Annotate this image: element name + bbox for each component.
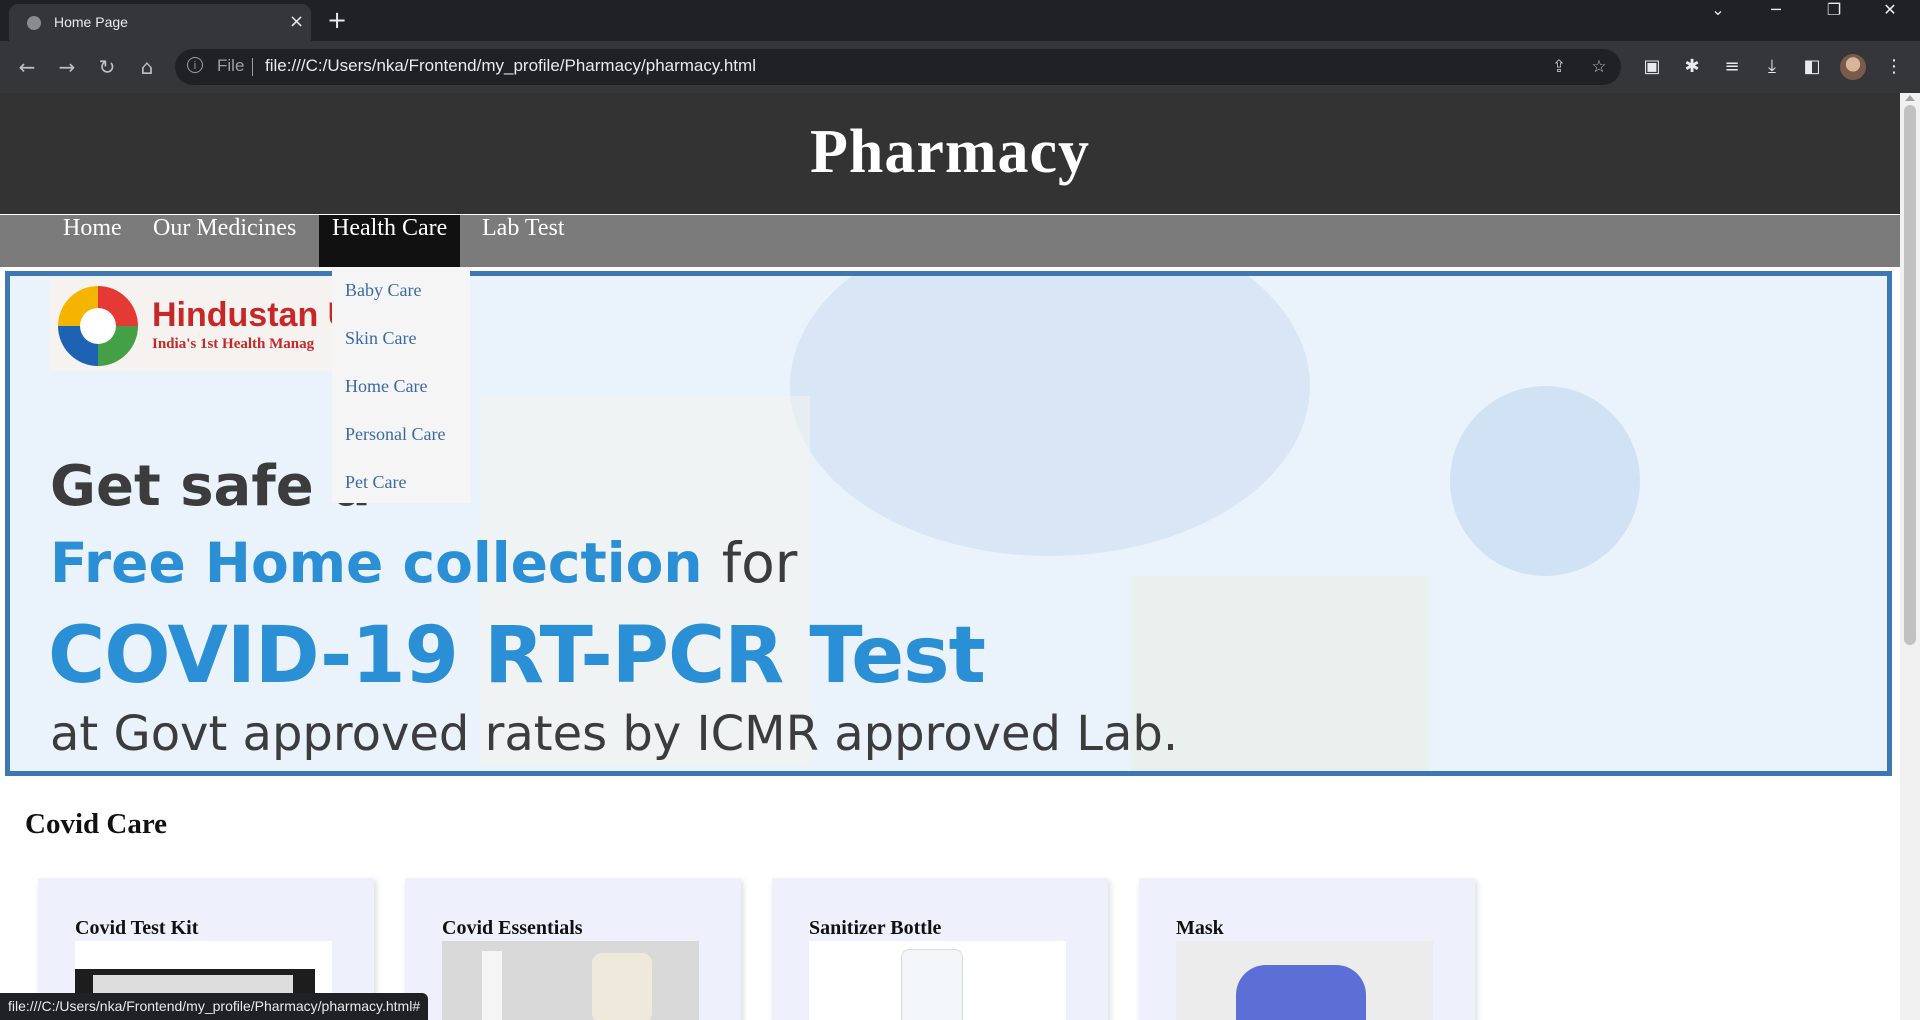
new-tab-button[interactable]: +	[321, 6, 353, 34]
minimize-icon[interactable]: ─	[1748, 0, 1804, 38]
browser-tab[interactable]: Home Page ×	[9, 4, 311, 41]
status-bar-url: file:///C:/Users/nka/Frontend/my_profile…	[0, 993, 429, 1020]
side-panel-icon[interactable]: ◧	[1798, 53, 1826, 81]
dropdown-pet-care[interactable]: Pet Care	[345, 472, 406, 493]
site-title: Pharmacy	[809, 118, 1091, 186]
section-title: Covid Care	[25, 808, 168, 840]
page-viewport: Pharmacy Home Our Medicines Health Care …	[0, 93, 1900, 1020]
banner-line-1: Get safe a	[50, 454, 371, 519]
scroll-up-icon[interactable]	[1905, 95, 1915, 101]
browser-tab-strip: Home Page × + ⌄ ─ ❐ ✕	[0, 0, 1920, 41]
divider	[252, 58, 253, 76]
back-icon[interactable]: ←	[13, 53, 41, 81]
scheme-label: File	[217, 56, 245, 75]
download-icon[interactable]: ⤓	[1758, 53, 1786, 81]
dropdown-personal-care[interactable]: Personal Care	[345, 424, 445, 445]
info-icon[interactable]: i	[187, 57, 203, 73]
banner-for: for	[721, 531, 798, 595]
banner-headline: COVID-19 RT-PCR Test	[48, 611, 986, 701]
extension-screen-icon[interactable]: ▣	[1638, 53, 1666, 81]
health-care-dropdown: Baby Care Skin Care Home Care Personal C…	[332, 267, 470, 503]
virus-illustration	[790, 276, 1310, 556]
product-card[interactable]: Sanitizer Bottle	[772, 878, 1108, 1020]
virus-illustration	[1450, 386, 1640, 576]
main-nav: Home Our Medicines Health Care Lab Test	[0, 215, 1900, 267]
product-image	[1176, 941, 1433, 1020]
product-image	[442, 941, 699, 1020]
banner-highlight: Free Home collection	[50, 531, 703, 595]
scroll-thumb[interactable]	[1904, 105, 1916, 645]
site-header: Pharmacy	[0, 93, 1900, 214]
product-card[interactable]: Mask	[1139, 878, 1475, 1020]
address-bar[interactable]: i File file:///C:/Users/nka/Frontend/my_…	[175, 49, 1621, 85]
tab-search-icon[interactable]: ⌄	[1690, 0, 1746, 38]
share-icon[interactable]: ⇪	[1548, 56, 1570, 78]
banner-line-4: at Govt approved rates by ICMR approved …	[50, 706, 1179, 762]
logo-tagline: India's 1st Health Manag	[152, 336, 315, 352]
tab-close-icon[interactable]: ×	[289, 12, 304, 32]
home-icon[interactable]: ⌂	[133, 53, 161, 81]
extensions-puzzle-icon[interactable]: ✱	[1678, 53, 1706, 81]
product-title: Covid Test Kit	[75, 917, 199, 939]
logo-mark-icon	[58, 286, 138, 366]
product-title: Mask	[1176, 917, 1224, 939]
bookmark-star-icon[interactable]: ☆	[1588, 56, 1610, 78]
product-title: Covid Essentials	[442, 917, 583, 939]
nav-home[interactable]: Home	[50, 215, 135, 267]
reload-icon[interactable]: ↻	[93, 53, 121, 81]
dropdown-baby-care[interactable]: Baby Care	[345, 280, 421, 301]
banner-line-2: Free Home collection for	[50, 531, 797, 595]
dropdown-home-care[interactable]: Home Care	[345, 376, 427, 397]
product-card[interactable]: Covid Essentials	[405, 878, 741, 1020]
forward-icon[interactable]: →	[53, 53, 81, 81]
menu-kebab-icon[interactable]: ⋮	[1880, 53, 1908, 81]
browser-toolbar: ← → ↻ ⌂ i File file:///C:/Users/nka/Fron…	[0, 41, 1920, 93]
dropdown-skin-care[interactable]: Skin Care	[345, 328, 417, 349]
nav-lab-test[interactable]: Lab Test	[469, 215, 578, 267]
restore-icon[interactable]: ❐	[1806, 0, 1862, 38]
logo-name: Hindustan U	[152, 296, 353, 334]
close-window-icon[interactable]: ✕	[1862, 0, 1918, 38]
globe-icon	[27, 16, 41, 30]
nav-health-care[interactable]: Health Care	[319, 215, 461, 267]
profile-avatar[interactable]	[1840, 54, 1866, 80]
product-title: Sanitizer Bottle	[809, 917, 942, 939]
hero-banner: Hindustan U India's 1st Health Manag Get…	[5, 271, 1892, 776]
page-scrollbar[interactable]	[1900, 93, 1920, 1020]
tab-title: Home Page	[54, 14, 128, 30]
nav-our-medicines[interactable]: Our Medicines	[140, 215, 309, 267]
url-text[interactable]: file:///C:/Users/nka/Frontend/my_profile…	[265, 56, 756, 76]
product-image	[809, 941, 1066, 1020]
media-queue-icon[interactable]: ≡	[1718, 53, 1746, 81]
brand-logo: Hindustan U India's 1st Health Manag	[50, 278, 360, 371]
